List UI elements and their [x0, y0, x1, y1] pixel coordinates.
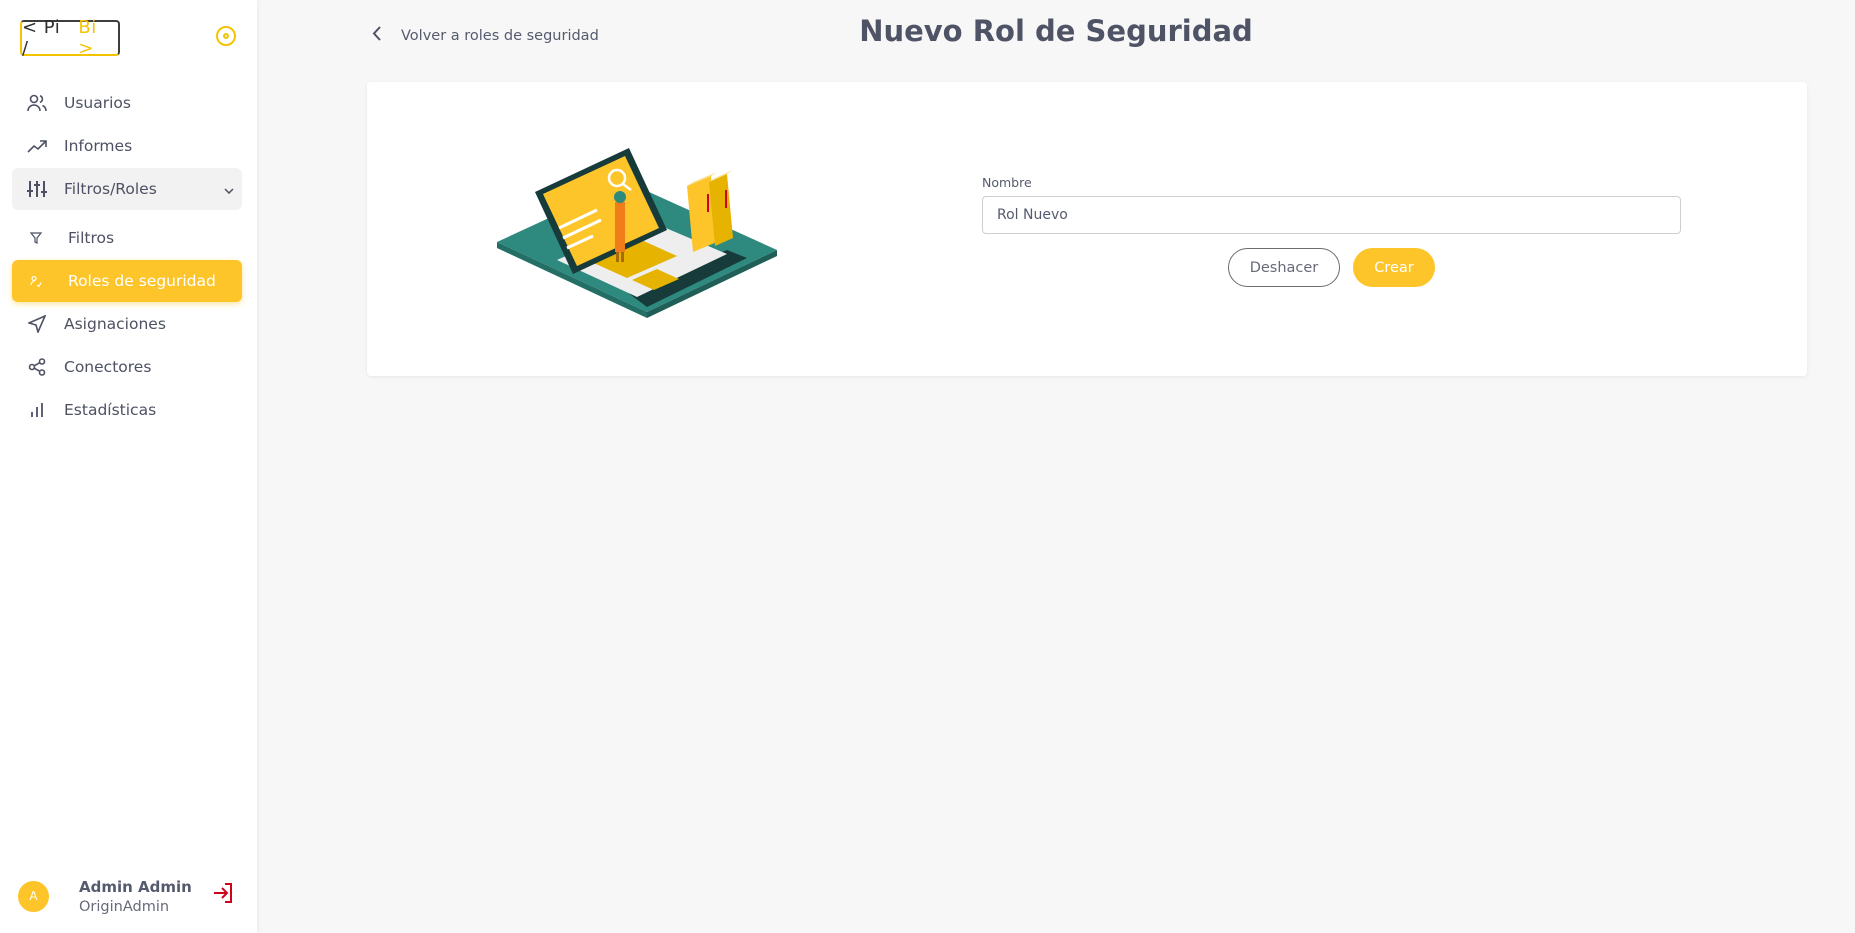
avatar[interactable]: A	[18, 880, 49, 912]
sidebar-item-label: Usuarios	[64, 94, 131, 112]
filter-icon	[30, 232, 42, 244]
collapse-sidebar-button[interactable]	[216, 26, 236, 46]
sidebar-nav: Usuarios Informes Filtros/Roles Filtros …	[12, 82, 242, 432]
create-button[interactable]: Crear	[1353, 248, 1435, 287]
sidebar-item-asignaciones[interactable]: Asignaciones	[12, 303, 242, 345]
logo-text-left: < Pi /	[22, 17, 61, 59]
sidebar-item-label: Filtros	[68, 229, 115, 247]
page-title: Nuevo Rol de Seguridad	[859, 14, 1253, 48]
sidebar-item-usuarios[interactable]: Usuarios	[12, 82, 242, 124]
sidebar-item-label: Roles de seguridad	[68, 272, 216, 290]
radio-circle-icon	[223, 33, 229, 39]
sidebar-item-label: Estadísticas	[64, 401, 157, 419]
send-icon	[26, 313, 48, 335]
sidebar-item-informes[interactable]: Informes	[12, 125, 242, 167]
share-icon	[26, 356, 48, 378]
pibi-logo[interactable]: < Pi / Bi >	[20, 17, 120, 59]
users-icon	[26, 92, 48, 114]
sidebar-item-label: Asignaciones	[64, 315, 166, 333]
logo-text-right: Bi >	[78, 17, 97, 59]
name-field-label: Nombre	[982, 175, 1032, 190]
sidebar-item-label: Informes	[64, 137, 133, 155]
trending-up-icon	[26, 135, 48, 157]
sidebar-item-conectores[interactable]: Conectores	[12, 346, 242, 388]
role-form-card: Nombre Deshacer Crear	[367, 82, 1807, 376]
sidebar-item-estadisticas[interactable]: Estadísticas	[12, 389, 242, 431]
sidebar-item-filtros-roles[interactable]: Filtros/Roles	[12, 168, 242, 210]
undo-button[interactable]: Deshacer	[1228, 248, 1340, 287]
name-input[interactable]	[982, 196, 1681, 234]
user-shield-icon	[30, 275, 42, 287]
main-content: Volver a roles de seguridad Nuevo Rol de…	[257, 0, 1855, 933]
user-role: OriginAdmin	[79, 898, 170, 915]
laptop-illustration	[497, 142, 777, 336]
sidebar-item-filtros[interactable]: Filtros	[12, 217, 242, 259]
sidebar-item-roles-de-seguridad[interactable]: Roles de seguridad	[12, 260, 242, 302]
bar-chart-icon	[26, 399, 48, 421]
sidebar-item-label: Filtros/Roles	[64, 180, 157, 198]
sidebar-item-label: Conectores	[64, 358, 152, 376]
user-name: Admin Admin	[79, 877, 192, 896]
chevron-down-icon	[224, 180, 234, 198]
sliders-icon	[26, 178, 48, 200]
sidebar: < Pi / Bi > Usuarios Informes Filtros/Ro…	[0, 0, 257, 933]
logout-icon[interactable]	[212, 882, 234, 908]
user-profile: A Admin Admin OriginAdmin	[18, 876, 238, 916]
